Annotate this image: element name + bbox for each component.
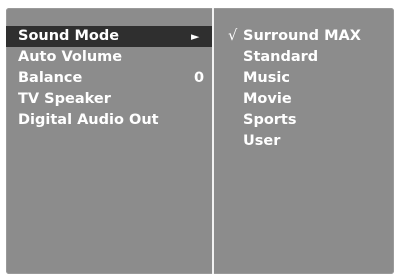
menu-item-balance[interactable]: Balance 0 [6,68,212,89]
sound-mode-options: √ Surround MAX Standard Music Movie Spor… [214,8,394,274]
menu-item-tv-speaker[interactable]: TV Speaker [6,89,212,110]
option-label: Music [243,70,290,86]
menu-item-label: Digital Audio Out [18,112,159,128]
menu-item-label: Auto Volume [18,49,123,65]
menu-item-label: Sound Mode [18,28,120,44]
option-label: Sports [243,112,297,128]
checkmark-icon: √ [228,28,238,44]
option-label: Standard [243,49,319,65]
option-label: Surround MAX [243,28,361,44]
option-user[interactable]: User [214,131,394,152]
option-movie[interactable]: Movie [214,89,394,110]
menu-item-auto-volume[interactable]: Auto Volume [6,47,212,68]
option-sports[interactable]: Sports [214,110,394,131]
menu-item-label: TV Speaker [18,91,111,107]
balance-value: 0 [194,70,205,86]
option-label: User [243,133,281,149]
option-music[interactable]: Music [214,68,394,89]
menu-item-label: Balance [18,70,83,86]
option-label: Movie [243,91,292,107]
option-standard[interactable]: Standard [214,47,394,68]
sound-menu: Sound Mode ► Auto Volume Balance 0 TV Sp… [6,8,212,274]
option-surround-max[interactable]: √ Surround MAX [214,26,394,47]
menu-item-sound-mode[interactable]: Sound Mode ► [6,26,212,47]
submenu-arrow-icon: ► [191,30,200,43]
sound-settings-panel: Sound Mode ► Auto Volume Balance 0 TV Sp… [6,8,394,274]
menu-item-digital-audio-out[interactable]: Digital Audio Out [6,110,212,131]
